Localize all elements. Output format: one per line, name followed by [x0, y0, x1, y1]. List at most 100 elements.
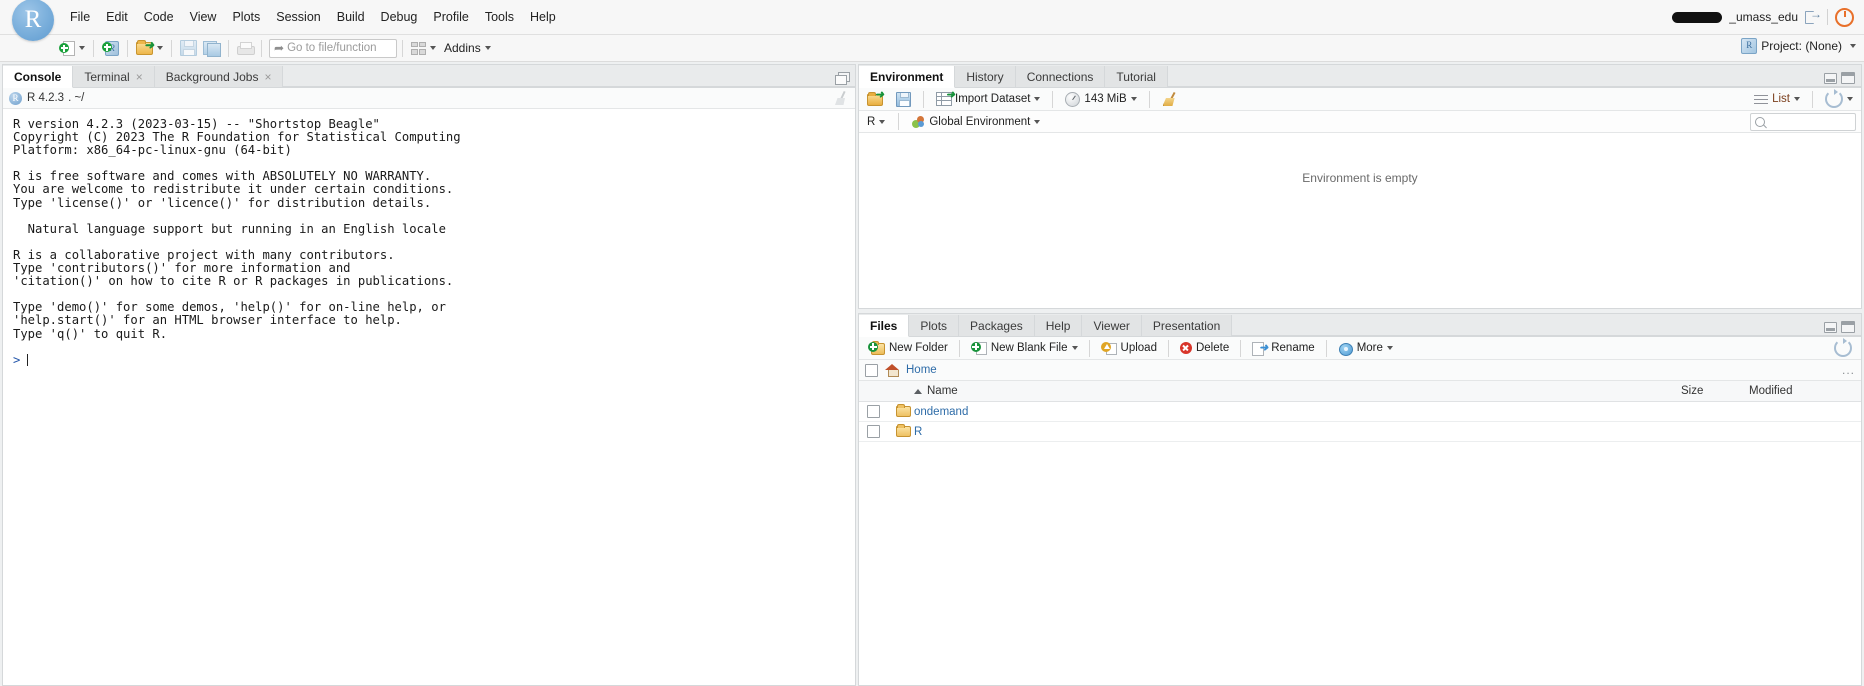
save-button[interactable] [177, 37, 200, 59]
menu-item-profile[interactable]: Profile [425, 7, 476, 27]
menu-item-debug[interactable]: Debug [373, 7, 426, 27]
tab-viewer[interactable]: Viewer [1082, 315, 1141, 336]
print-button[interactable] [234, 37, 256, 59]
save-workspace-button[interactable] [893, 90, 914, 109]
tab-history[interactable]: History [955, 66, 1015, 87]
menu-item-plots[interactable]: Plots [224, 7, 268, 27]
tab-label: Background Jobs [166, 70, 259, 84]
tab-presentation[interactable]: Presentation [1142, 315, 1232, 336]
open-file-icon: ➜ [136, 41, 153, 55]
console-prompt-line[interactable]: > [13, 354, 855, 367]
tab-connections[interactable]: Connections [1016, 66, 1106, 87]
menu-item-tools[interactable]: Tools [477, 7, 522, 27]
column-name[interactable]: Name [914, 385, 1681, 397]
new-project-button[interactable]: R [99, 37, 122, 59]
save-all-button[interactable] [200, 37, 223, 59]
refresh-environment-button[interactable] [1822, 90, 1856, 109]
tab-plots[interactable]: Plots [909, 315, 959, 336]
file-name[interactable]: ondemand [914, 406, 1681, 418]
menu-item-build[interactable]: Build [329, 7, 373, 27]
new-file-button[interactable] [56, 37, 88, 59]
divider [1240, 340, 1241, 357]
chevron-down-icon [879, 120, 885, 124]
tab-tutorial[interactable]: Tutorial [1105, 66, 1168, 87]
menu-item-code[interactable]: Code [136, 7, 182, 27]
breadcrumb-overflow[interactable]: ... [1842, 363, 1855, 377]
view-mode-button[interactable]: List [1751, 90, 1803, 109]
tab-packages[interactable]: Packages [959, 315, 1035, 336]
row-checkbox[interactable] [859, 405, 892, 418]
chevron-down-icon [1034, 97, 1040, 101]
table-row[interactable]: R [859, 422, 1861, 442]
divider [959, 340, 960, 357]
tab-help[interactable]: Help [1035, 315, 1083, 336]
global-environment-icon [912, 116, 925, 128]
load-workspace-button[interactable]: ➜ [864, 90, 889, 109]
file-name[interactable]: R [914, 426, 1681, 438]
environment-search-input[interactable] [1750, 113, 1856, 131]
import-dataset-button[interactable]: ➜ Import Dataset [933, 90, 1043, 109]
new-folder-label: New Folder [889, 342, 948, 354]
sign-out-icon[interactable] [1805, 11, 1820, 24]
tab-environment[interactable]: Environment [859, 66, 955, 88]
environment-content: Environment is empty [859, 133, 1861, 308]
close-icon[interactable]: × [136, 70, 143, 84]
menu-item-help[interactable]: Help [522, 7, 564, 27]
goto-file-function-input[interactable]: ➦ Go to file/function [269, 39, 397, 58]
minimize-pane-icon[interactable] [1824, 73, 1837, 84]
environment-pane: Environment History Connections Tutorial [858, 64, 1862, 309]
tab-label: Packages [970, 319, 1023, 333]
chevron-down-icon [157, 46, 163, 50]
menu-item-view[interactable]: View [182, 7, 225, 27]
refresh-files-button[interactable] [1830, 339, 1856, 358]
divider [127, 40, 128, 57]
upload-button[interactable]: Upload [1097, 339, 1161, 358]
new-project-icon: R [102, 40, 119, 56]
maximize-pane-icon[interactable] [1841, 321, 1855, 333]
console-output-area[interactable]: R version 4.2.3 (2023-03-15) -- "Shortst… [3, 109, 855, 685]
table-row[interactable]: ondemand [859, 402, 1861, 422]
left-column: Console Terminal × Background Jobs × [0, 62, 856, 686]
language-selector[interactable]: R [864, 116, 888, 128]
column-size[interactable]: Size [1681, 385, 1749, 397]
new-folder-button[interactable]: New Folder [864, 339, 952, 358]
pane-layout-button[interactable] [408, 37, 439, 59]
column-modified[interactable]: Modified [1749, 385, 1861, 397]
divider [93, 40, 94, 57]
delete-button[interactable]: Delete [1176, 339, 1233, 358]
clear-environment-button[interactable] [1159, 90, 1181, 109]
divider [898, 113, 899, 130]
close-icon[interactable]: × [264, 70, 271, 84]
clear-console-icon[interactable] [833, 91, 849, 105]
scope-selector[interactable]: Global Environment [909, 116, 1043, 128]
maximize-pane-icon[interactable] [1841, 72, 1855, 84]
tab-files[interactable]: Files [859, 315, 909, 337]
menu-item-edit[interactable]: Edit [98, 7, 136, 27]
chevron-down-icon [1850, 44, 1856, 48]
power-icon[interactable] [1835, 8, 1854, 27]
menu-item-session[interactable]: Session [268, 7, 328, 27]
new-blank-file-button[interactable]: New Blank File [967, 339, 1082, 358]
addins-button[interactable]: Addins [439, 37, 494, 59]
tab-terminal[interactable]: Terminal × [73, 66, 154, 87]
more-button[interactable]: More [1334, 339, 1397, 358]
sort-ascending-icon [914, 389, 922, 394]
tab-console[interactable]: Console [3, 66, 73, 88]
restore-pane-icon[interactable] [835, 72, 849, 84]
environment-empty-message: Environment is empty [1302, 171, 1417, 185]
memory-usage-button[interactable]: 143 MiB [1062, 90, 1139, 109]
rename-button[interactable]: ➜ Rename [1248, 339, 1318, 358]
open-file-button[interactable]: ➜ [133, 37, 166, 59]
goto-arrow-icon: ➦ [274, 42, 284, 54]
project-selector[interactable]: R Project: (None) [1741, 34, 1856, 57]
row-checkbox[interactable] [859, 425, 892, 438]
load-workspace-icon: ➜ [867, 93, 883, 106]
tab-background-jobs[interactable]: Background Jobs × [155, 66, 284, 87]
folder-icon [892, 406, 914, 417]
panes-grid-icon [411, 42, 426, 55]
delete-label: Delete [1196, 342, 1229, 354]
breadcrumb-home[interactable]: Home [906, 364, 937, 376]
select-all-checkbox[interactable] [865, 364, 878, 377]
minimize-pane-icon[interactable] [1824, 322, 1837, 333]
menu-item-file[interactable]: File [62, 7, 98, 27]
